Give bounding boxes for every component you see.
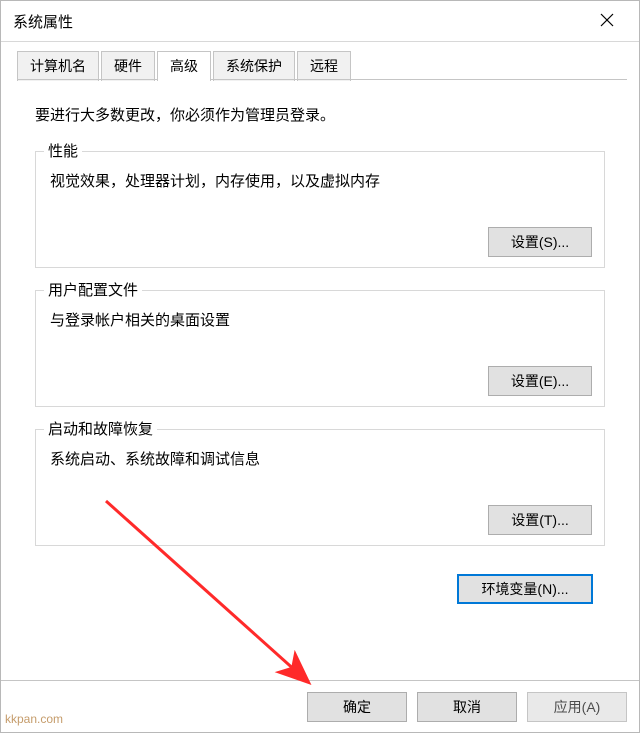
- system-properties-window: 系统属性 计算机名 硬件 高级 系统保护 远程 要进行大多数更改，你必须作为管理…: [0, 0, 640, 733]
- environment-variables-button[interactable]: 环境变量(N)...: [457, 574, 593, 604]
- env-row: 环境变量(N)...: [35, 568, 605, 604]
- window-title: 系统属性: [13, 11, 587, 32]
- apply-button[interactable]: 应用(A): [527, 692, 627, 722]
- section-performance-title: 性能: [44, 140, 82, 161]
- watermark: kkpan.com: [5, 712, 63, 726]
- cancel-button[interactable]: 取消: [417, 692, 517, 722]
- tab-system-protection[interactable]: 系统保护: [213, 51, 295, 81]
- dialog-body: 计算机名 硬件 高级 系统保护 远程 要进行大多数更改，你必须作为管理员登录。 …: [1, 41, 639, 680]
- close-button[interactable]: [587, 1, 627, 41]
- tab-remote[interactable]: 远程: [297, 51, 351, 81]
- tab-advanced[interactable]: 高级: [157, 51, 211, 81]
- section-user-profiles-title: 用户配置文件: [44, 279, 142, 300]
- section-user-profiles: 用户配置文件 与登录帐户相关的桌面设置 设置(E)...: [35, 290, 605, 407]
- section-startup-recovery: 启动和故障恢复 系统启动、系统故障和调试信息 设置(T)...: [35, 429, 605, 546]
- performance-settings-button[interactable]: 设置(S)...: [488, 227, 592, 257]
- intro-text: 要进行大多数更改，你必须作为管理员登录。: [35, 104, 605, 125]
- tab-computer-name[interactable]: 计算机名: [17, 51, 99, 81]
- section-startup-recovery-title: 启动和故障恢复: [44, 418, 157, 439]
- section-performance: 性能 视觉效果，处理器计划，内存使用，以及虚拟内存 设置(S)...: [35, 151, 605, 268]
- tabstrip: 计算机名 硬件 高级 系统保护 远程: [13, 52, 627, 80]
- tabpage-advanced: 要进行大多数更改，你必须作为管理员登录。 性能 视觉效果，处理器计划，内存使用，…: [13, 80, 627, 680]
- user-profiles-settings-button[interactable]: 设置(E)...: [488, 366, 592, 396]
- tab-hardware[interactable]: 硬件: [101, 51, 155, 81]
- close-icon: [600, 13, 614, 30]
- dialog-footer: 确定 取消 应用(A): [1, 680, 639, 732]
- titlebar: 系统属性: [1, 1, 639, 41]
- ok-button[interactable]: 确定: [307, 692, 407, 722]
- startup-recovery-settings-button[interactable]: 设置(T)...: [488, 505, 592, 535]
- section-performance-desc: 视觉效果，处理器计划，内存使用，以及虚拟内存: [36, 152, 604, 191]
